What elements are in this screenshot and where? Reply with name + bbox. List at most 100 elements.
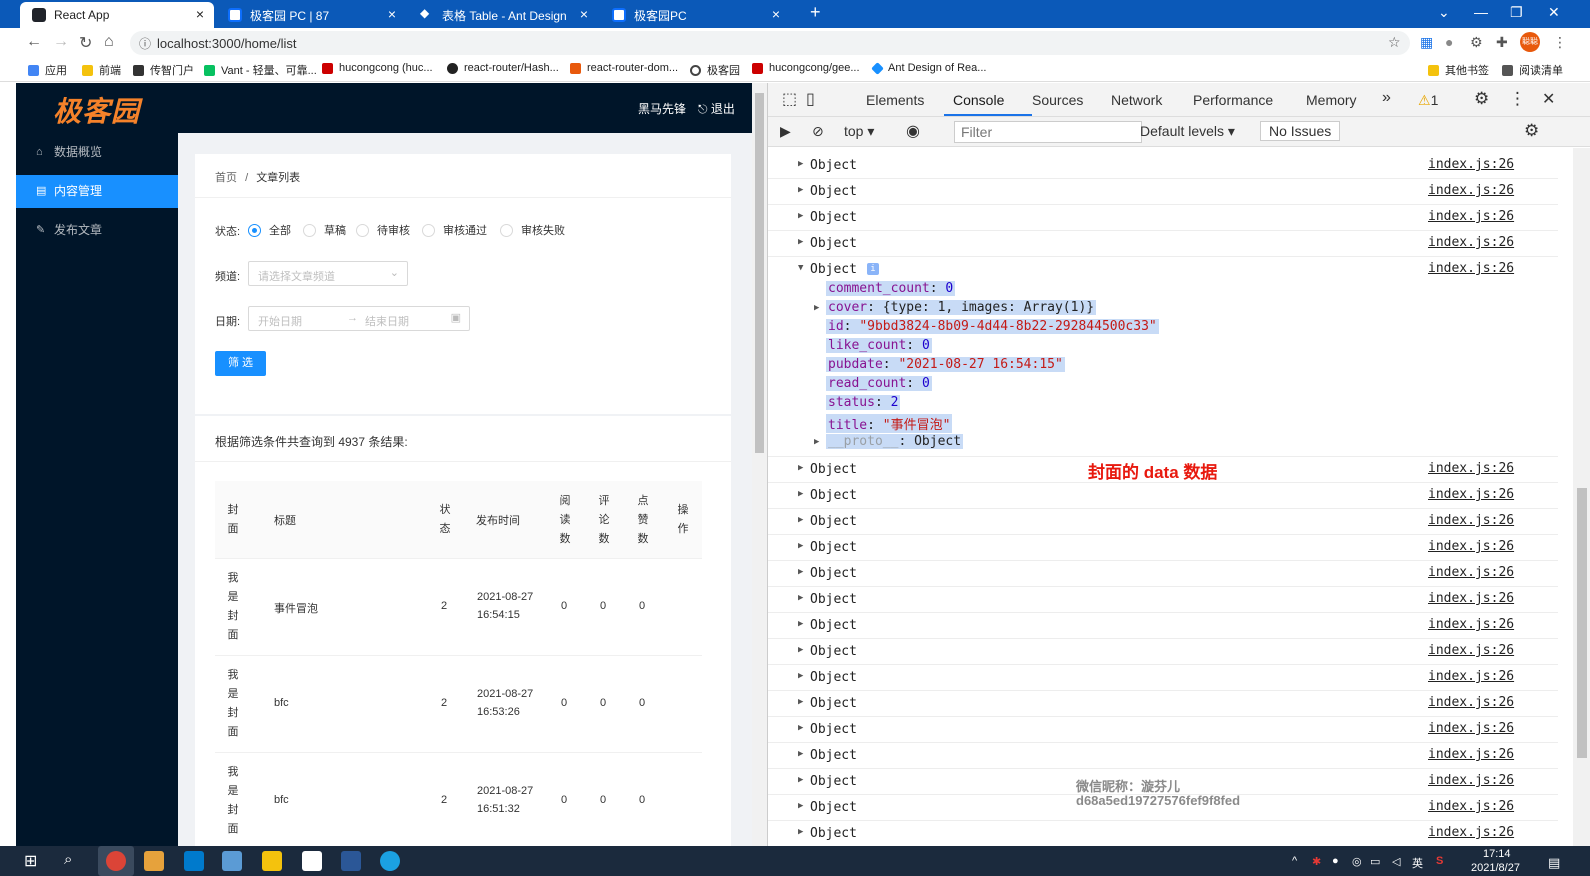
- source-link[interactable]: index.js:26: [1428, 617, 1514, 632]
- taskbar-app-icon[interactable]: [222, 851, 242, 871]
- console-settings-icon[interactable]: ⚙: [1524, 121, 1539, 141]
- log-entry[interactable]: ▶ Object index.js:26: [768, 639, 1558, 665]
- close-icon[interactable]: ×: [388, 6, 396, 22]
- expand-icon[interactable]: ▶: [798, 619, 803, 629]
- expand-icon[interactable]: ▶: [814, 303, 819, 313]
- bookmark-item[interactable]: hucongcong/gee...: [752, 62, 860, 74]
- sidebar-item-dashboard[interactable]: ⌂ 数据概览: [16, 136, 178, 169]
- log-entry[interactable]: ▶ Object index.js:26: [768, 153, 1558, 179]
- tab-search-icon[interactable]: ⌄: [1438, 4, 1450, 21]
- extension-icon[interactable]: ⚙: [1470, 34, 1483, 51]
- home-icon[interactable]: ⌂: [104, 33, 114, 51]
- log-entry[interactable]: ▶ Object index.js:26: [768, 691, 1558, 717]
- clock-time[interactable]: 17:14: [1483, 848, 1511, 860]
- reload-icon[interactable]: ↻: [79, 33, 92, 53]
- property-proto[interactable]: __proto__: Object: [826, 434, 964, 449]
- powershell-icon[interactable]: [341, 851, 361, 871]
- log-entry[interactable]: ▶ Object index.js:26: [768, 509, 1558, 535]
- bookmark-item[interactable]: 应用: [28, 62, 67, 78]
- log-entry[interactable]: ▶ Object index.js:26: [768, 561, 1558, 587]
- volume-icon[interactable]: ◁: [1392, 855, 1400, 868]
- expand-icon[interactable]: ▶: [798, 723, 803, 733]
- close-icon[interactable]: ×: [580, 6, 588, 22]
- log-entry[interactable]: ▶ Object index.js:26: [768, 665, 1558, 691]
- filter-input[interactable]: Filter: [954, 121, 1142, 143]
- sogou-icon[interactable]: S: [1436, 855, 1443, 867]
- device-toolbar-icon[interactable]: ▯: [806, 89, 815, 109]
- source-link[interactable]: index.js:26: [1428, 539, 1514, 554]
- source-link[interactable]: index.js:26: [1428, 591, 1514, 606]
- source-link[interactable]: index.js:26: [1428, 513, 1514, 528]
- source-link[interactable]: index.js:26: [1428, 799, 1514, 814]
- expand-icon[interactable]: ▶: [798, 567, 803, 577]
- log-entry[interactable]: ▶ Object index.js:26: [768, 231, 1558, 257]
- log-levels-select[interactable]: Default levels ▾: [1140, 123, 1235, 140]
- source-link[interactable]: index.js:26: [1428, 695, 1514, 710]
- browser-tab-geek-pc-87[interactable]: 极客园 PC | 87 ×: [216, 2, 406, 28]
- file-explorer-icon[interactable]: [262, 851, 282, 871]
- source-link[interactable]: index.js:26: [1428, 209, 1514, 224]
- notification-icon[interactable]: ▤: [1548, 855, 1560, 871]
- expand-icon[interactable]: ▶: [798, 541, 803, 551]
- extension-icon[interactable]: ●: [1445, 34, 1453, 50]
- status-radio-draft[interactable]: 草稿: [303, 222, 346, 238]
- expand-icon[interactable]: ▶: [798, 159, 803, 169]
- property-like-count[interactable]: like_count: 0: [826, 338, 932, 353]
- source-link[interactable]: index.js:26: [1428, 487, 1514, 502]
- network-icon[interactable]: ▭: [1370, 855, 1380, 868]
- log-entry[interactable]: ▶ Object index.js:26: [768, 587, 1558, 613]
- scrollbar-thumb[interactable]: [1577, 488, 1587, 758]
- source-link[interactable]: index.js:26: [1428, 565, 1514, 580]
- source-link[interactable]: index.js:26: [1428, 721, 1514, 736]
- ime-indicator[interactable]: 英: [1412, 855, 1423, 871]
- tab-network[interactable]: Network: [1111, 92, 1162, 108]
- windows-start-icon[interactable]: ⊞: [24, 851, 37, 871]
- status-radio-pending[interactable]: 待审核: [356, 222, 410, 238]
- tab-memory[interactable]: Memory: [1306, 92, 1357, 108]
- source-link[interactable]: index.js:26: [1428, 825, 1514, 840]
- source-link[interactable]: index.js:26: [1428, 235, 1514, 250]
- log-entry[interactable]: ▶ Object index.js:26: [768, 535, 1558, 561]
- extension-icon[interactable]: ▦: [1420, 34, 1433, 51]
- expand-icon[interactable]: ▶: [798, 489, 803, 499]
- source-link[interactable]: index.js:26: [1428, 669, 1514, 684]
- back-icon[interactable]: ←: [26, 33, 42, 51]
- minimize-icon[interactable]: —: [1474, 4, 1488, 20]
- close-window-icon[interactable]: ✕: [1548, 4, 1560, 21]
- tab-elements[interactable]: Elements: [866, 92, 924, 108]
- tab-sources[interactable]: Sources: [1032, 92, 1083, 108]
- sidebar-item-publish[interactable]: ✎ 发布文章: [16, 214, 178, 247]
- property-title[interactable]: title: "事件冒泡": [826, 414, 953, 433]
- bookmark-item[interactable]: 其他书签: [1428, 62, 1489, 78]
- close-icon[interactable]: ×: [772, 6, 780, 22]
- property-comment-count[interactable]: comment_count: 0: [826, 281, 956, 296]
- taskbar-app-icon[interactable]: [380, 851, 400, 871]
- taskbar-app-icon[interactable]: [144, 851, 164, 871]
- sidebar-item-content[interactable]: ▤ 内容管理: [16, 175, 178, 208]
- bookmark-item[interactable]: 极客园: [690, 62, 740, 78]
- source-link[interactable]: index.js:26: [1428, 157, 1514, 172]
- date-end-input[interactable]: 结束日期: [365, 313, 409, 329]
- source-link[interactable]: index.js:26: [1428, 261, 1514, 276]
- status-radio-rejected[interactable]: 审核失败: [500, 222, 565, 238]
- browser-tab-geek-pc[interactable]: 极客园PC ×: [600, 2, 790, 28]
- bookmark-item[interactable]: react-router/Hash...: [447, 62, 559, 74]
- clear-console-icon[interactable]: ⊘: [812, 123, 824, 140]
- warnings-badge[interactable]: ⚠1: [1418, 92, 1438, 109]
- expand-icon[interactable]: ▶: [798, 185, 803, 195]
- property-status[interactable]: status: 2: [826, 395, 901, 410]
- info-icon[interactable]: ⓘ: [139, 35, 151, 52]
- expand-icon[interactable]: ▶: [798, 827, 803, 837]
- vscode-icon[interactable]: [184, 851, 204, 871]
- property-id[interactable]: id: "9bbd3824-8b09-4d44-8b22-292844500c3…: [826, 319, 1159, 334]
- source-link[interactable]: index.js:26: [1428, 183, 1514, 198]
- expand-icon[interactable]: ▶: [798, 237, 803, 247]
- property-read-count[interactable]: read_count: 0: [826, 376, 932, 391]
- typora-icon[interactable]: [302, 851, 322, 871]
- address-bar[interactable]: ⓘ localhost:3000/home/list: [130, 31, 1410, 55]
- new-tab-button[interactable]: +: [810, 2, 821, 23]
- bookmark-star-icon[interactable]: ☆: [1388, 34, 1401, 51]
- bookmark-item[interactable]: hucongcong (huc...: [322, 62, 433, 74]
- collapse-icon[interactable]: ▼: [798, 263, 803, 273]
- bookmark-item[interactable]: 阅读清单: [1502, 62, 1563, 78]
